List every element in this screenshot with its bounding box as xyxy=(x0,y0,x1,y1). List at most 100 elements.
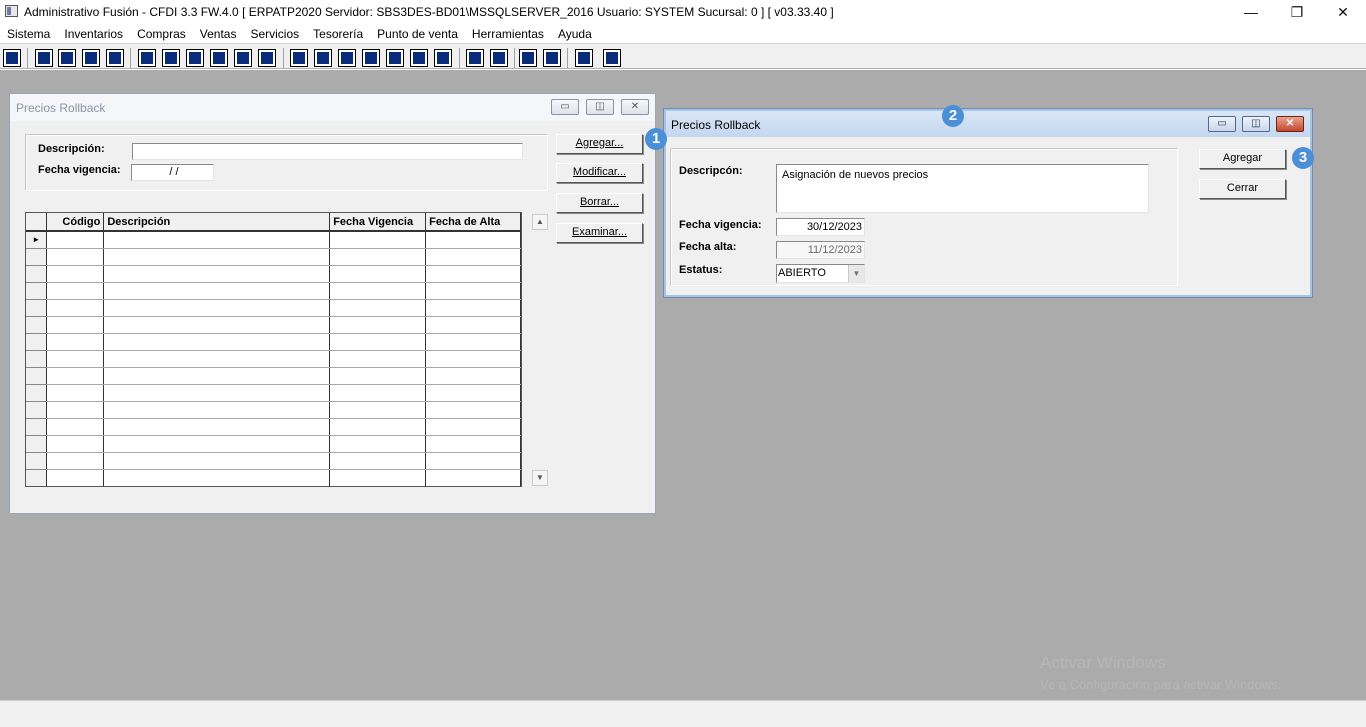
col-fecha-vigencia[interactable]: Fecha Vigencia xyxy=(329,213,427,232)
toolbar-search-icon[interactable] xyxy=(106,49,124,67)
table-row[interactable] xyxy=(26,435,521,453)
cerrar-button[interactable]: Cerrar xyxy=(1199,179,1286,199)
table-cell[interactable] xyxy=(425,469,521,486)
menu-compras[interactable]: Compras xyxy=(137,27,186,41)
toolbar-list-icon[interactable] xyxy=(258,49,276,67)
agregar-button[interactable]: Agregar... xyxy=(556,134,643,154)
table-cell[interactable] xyxy=(103,265,331,283)
toolbar-document-icon[interactable] xyxy=(234,49,252,67)
toolbar-back-icon[interactable] xyxy=(575,49,593,67)
toolbar-report-icon[interactable] xyxy=(410,49,428,67)
table-cell[interactable] xyxy=(425,452,521,470)
table-cell[interactable] xyxy=(103,367,331,385)
table-cell[interactable] xyxy=(329,418,427,436)
chevron-down-icon[interactable]: ▼ xyxy=(848,265,864,282)
table-cell[interactable] xyxy=(329,350,427,368)
toolbar-user-icon[interactable] xyxy=(138,49,156,67)
table-cell[interactable] xyxy=(329,316,427,334)
minimize-button[interactable]: — xyxy=(1228,0,1274,24)
table-cell[interactable] xyxy=(425,282,521,300)
table-cell[interactable] xyxy=(103,469,331,486)
table-cell[interactable] xyxy=(103,435,331,453)
table-cell[interactable] xyxy=(103,248,331,266)
table-cell[interactable] xyxy=(329,333,427,351)
toolbar-zoom-icon[interactable] xyxy=(490,49,508,67)
table-cell[interactable] xyxy=(425,367,521,385)
grid-vertical-scrollbar[interactable]: ▲ ▼ xyxy=(532,214,548,486)
table-cell[interactable] xyxy=(103,350,331,368)
table-cell[interactable] xyxy=(329,435,427,453)
restore-icon[interactable]: ◫ xyxy=(586,99,614,115)
table-cell[interactable] xyxy=(103,282,331,300)
toolbar-add-icon[interactable] xyxy=(362,49,380,67)
col-codigo[interactable]: Código xyxy=(46,213,105,232)
toolbar-home-icon[interactable] xyxy=(466,49,484,67)
table-cell[interactable] xyxy=(46,418,105,436)
table-row[interactable] xyxy=(26,299,521,317)
table-cell[interactable] xyxy=(329,367,427,385)
close-button[interactable]: ✕ xyxy=(1320,0,1366,24)
agregar-button[interactable]: Agregar xyxy=(1199,149,1286,169)
table-cell[interactable] xyxy=(425,418,521,436)
table-row[interactable] xyxy=(26,248,521,266)
table-cell[interactable] xyxy=(46,435,105,453)
toolbar-dollar-icon[interactable] xyxy=(386,49,404,67)
table-cell[interactable] xyxy=(46,350,105,368)
menu-ventas[interactable]: Ventas xyxy=(200,27,237,41)
menu-punto-de-venta[interactable]: Punto de venta xyxy=(377,27,458,41)
toolbar-folder-icon[interactable] xyxy=(162,49,180,67)
table-cell[interactable] xyxy=(46,316,105,334)
table-cell[interactable] xyxy=(425,350,521,368)
table-cell[interactable] xyxy=(425,248,521,266)
minimize-icon[interactable]: ▭ xyxy=(551,99,579,115)
minimize-icon[interactable]: ▭ xyxy=(1208,116,1236,132)
table-cell[interactable] xyxy=(103,316,331,334)
col-descripcion[interactable]: Descripción xyxy=(103,213,331,232)
menu-tesoreria[interactable]: Tesorería xyxy=(313,27,363,41)
table-row[interactable]: ► xyxy=(26,231,521,249)
toolbar-export-icon[interactable] xyxy=(338,49,356,67)
borrar-button[interactable]: Borrar... xyxy=(556,193,643,213)
table-row[interactable] xyxy=(26,401,521,419)
table-row[interactable] xyxy=(26,384,521,402)
table-cell[interactable] xyxy=(329,299,427,317)
toolbar-swap-icon[interactable] xyxy=(82,49,100,67)
table-cell[interactable] xyxy=(425,435,521,453)
table-cell[interactable] xyxy=(103,333,331,351)
table-cell[interactable] xyxy=(425,265,521,283)
table-cell[interactable] xyxy=(46,248,105,266)
examinar-button[interactable]: Examinar... xyxy=(556,223,643,243)
descripcion-input[interactable] xyxy=(132,143,523,160)
table-row[interactable] xyxy=(26,265,521,283)
menu-herramientas[interactable]: Herramientas xyxy=(472,27,544,41)
menu-sistema[interactable]: Sistema xyxy=(7,27,50,41)
toolbar-undo-icon[interactable] xyxy=(543,49,561,67)
table-cell[interactable] xyxy=(329,265,427,283)
descripcion-textarea[interactable]: Asignación de nuevos precios xyxy=(776,164,1149,213)
table-row[interactable] xyxy=(26,452,521,470)
table-cell[interactable] xyxy=(103,299,331,317)
toolbar-paste-icon[interactable] xyxy=(58,49,76,67)
table-cell[interactable] xyxy=(425,316,521,334)
table-cell[interactable] xyxy=(329,384,427,402)
table-cell[interactable] xyxy=(46,282,105,300)
table-cell[interactable] xyxy=(46,384,105,402)
close-icon[interactable]: ✕ xyxy=(621,99,649,115)
restore-icon[interactable]: ◫ xyxy=(1242,116,1270,132)
menu-servicios[interactable]: Servicios xyxy=(250,27,299,41)
toolbar-print-icon[interactable] xyxy=(210,49,228,67)
table-cell[interactable] xyxy=(329,282,427,300)
toolbar-import-icon[interactable] xyxy=(186,49,204,67)
restore-button[interactable]: ❐ xyxy=(1274,0,1320,24)
table-cell[interactable] xyxy=(103,384,331,402)
table-cell[interactable] xyxy=(46,401,105,419)
modificar-button[interactable]: Modificar... xyxy=(556,163,643,183)
table-row[interactable] xyxy=(26,282,521,300)
scroll-up-icon[interactable]: ▲ xyxy=(532,214,548,230)
table-cell[interactable] xyxy=(103,418,331,436)
scroll-down-icon[interactable]: ▼ xyxy=(532,470,548,486)
table-row[interactable] xyxy=(26,367,521,385)
fecha-vigencia-input[interactable]: 30/12/2023 xyxy=(776,218,865,236)
fecha-vigencia-input[interactable]: / / xyxy=(131,164,214,181)
menu-inventarios[interactable]: Inventarios xyxy=(64,27,123,41)
